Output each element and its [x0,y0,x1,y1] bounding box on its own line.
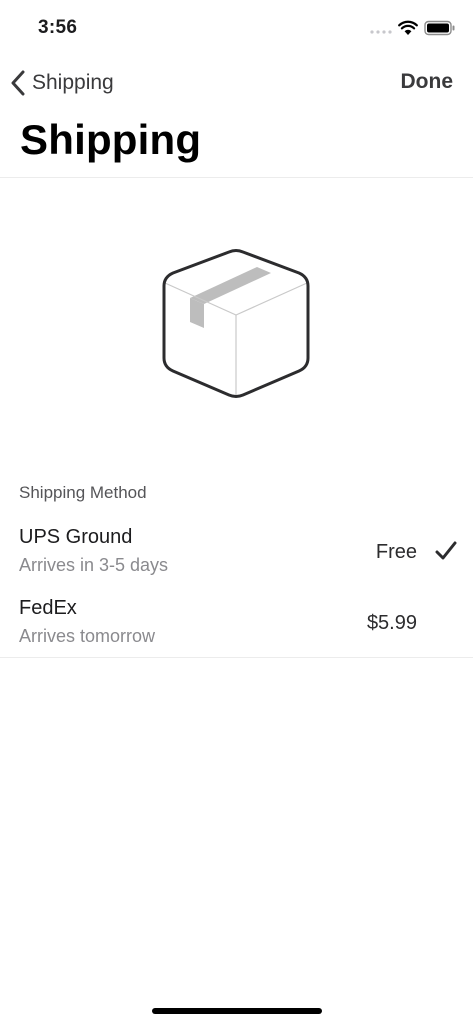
page-title: Shipping [20,116,202,163]
package-box-icon [162,249,310,398]
checkmark-icon [435,541,457,560]
method-name: FedEx [19,597,77,619]
wifi-icon [398,20,418,35]
title-divider [0,177,473,178]
method-price: Free [375,541,417,563]
status-time: 3:56 [38,17,78,38]
method-price: $5.99 [366,612,417,634]
status-bar: 3:56 [0,0,473,56]
home-indicator[interactable] [152,1008,322,1014]
chevron-left-icon [11,70,25,96]
cellular-signal-icon [370,30,392,34]
back-button[interactable]: Shipping [10,68,114,98]
method-delivery-estimate: Arrives in 3-5 days [19,555,169,575]
method-delivery-estimate: Arrives tomorrow [19,626,156,646]
back-button-label: Shipping [32,71,114,94]
battery-icon [424,20,455,36]
done-button[interactable]: Done [401,70,454,94]
shipping-method-header: Shipping Method [19,483,147,502]
list-divider [0,657,473,658]
method-name: UPS Ground [19,526,133,548]
navigation-bar: Shipping Done [0,60,473,106]
shipping-option-ups-ground[interactable]: UPS Ground Arrives in 3-5 days Free [0,526,473,596]
